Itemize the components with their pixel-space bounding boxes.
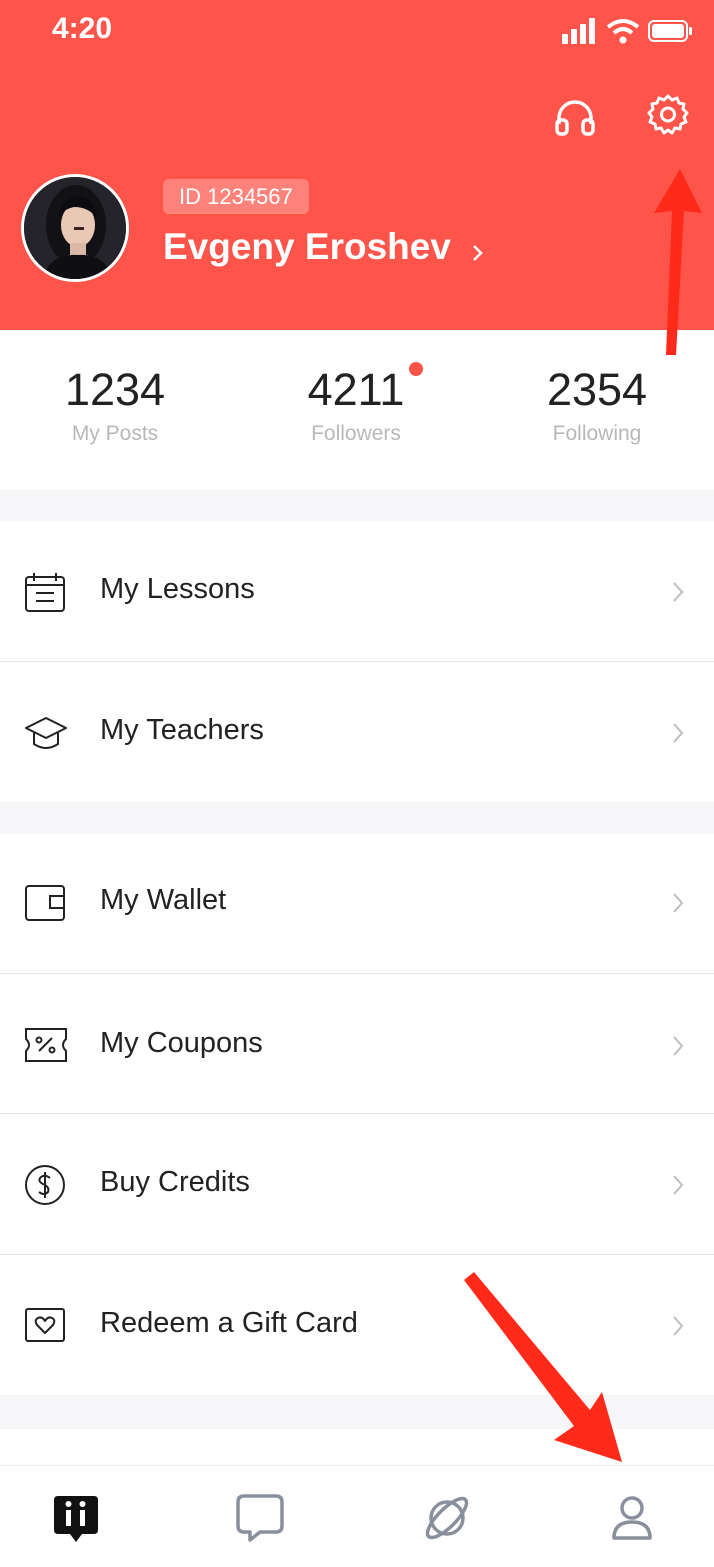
profile-icon[interactable] <box>602 1488 662 1548</box>
headphones-icon[interactable] <box>553 94 597 138</box>
menu-item-teachers[interactable]: My Teachers <box>0 662 714 802</box>
avatar-photo <box>24 177 126 279</box>
stat-label: Followers <box>311 422 401 445</box>
menu-item-wallet[interactable]: My Wallet <box>0 834 714 974</box>
status-bar-icons <box>562 16 692 46</box>
profile-header: 4:20 ID 1234567 Evgeny Eroshev <box>0 0 714 330</box>
chevron-right-icon <box>673 1175 684 1195</box>
section-gap <box>0 802 714 834</box>
stat-label: Following <box>552 422 642 445</box>
chevron-right-icon <box>673 723 684 743</box>
stat-label: My Posts <box>71 422 159 445</box>
gift-card-icon <box>25 1308 65 1342</box>
stat-following[interactable]: 2354 Following <box>477 360 714 446</box>
menu-item-coupons[interactable]: My Coupons <box>0 974 714 1114</box>
signal-icon <box>562 18 595 44</box>
gear-icon[interactable] <box>646 93 690 137</box>
calendar-icon <box>25 573 65 612</box>
tab-bar <box>0 1465 714 1567</box>
avatar[interactable] <box>21 174 129 282</box>
menu-item-lessons[interactable]: My Lessons <box>0 521 714 661</box>
dollar-icon <box>25 1165 65 1205</box>
annotation-arrow-down <box>464 1272 622 1462</box>
menu-item-credits[interactable]: Buy Credits <box>0 1114 714 1254</box>
annotation-arrow-up <box>654 169 702 355</box>
stat-followers[interactable]: 4211 Followers <box>236 360 476 446</box>
menu-label: My Wallet <box>100 884 227 916</box>
menu-label: My Lessons <box>100 573 255 605</box>
wifi-icon <box>606 19 640 44</box>
graduation-cap-icon <box>25 717 67 749</box>
coupon-icon <box>25 1028 67 1062</box>
user-id-badge: ID 1234567 <box>163 179 309 214</box>
stat-posts[interactable]: 1234 My Posts <box>0 360 235 446</box>
battery-icon <box>648 20 692 42</box>
status-time: 4:20 <box>52 12 113 45</box>
chevron-right-icon <box>673 1036 684 1056</box>
wallet-icon <box>25 885 65 921</box>
menu-label: My Coupons <box>100 1027 263 1059</box>
menu-label: Redeem a Gift Card <box>100 1307 358 1339</box>
chevron-right-icon <box>673 1316 684 1336</box>
notification-dot <box>409 362 423 376</box>
chevron-right-icon <box>673 893 684 913</box>
app-logo-icon[interactable] <box>46 1488 106 1548</box>
menu-label: My Teachers <box>100 714 264 746</box>
menu-label: Buy Credits <box>100 1166 250 1198</box>
stat-value: 4211 <box>307 364 405 415</box>
stats-bar: 1234 My Posts 4211 Followers 2354 Follow… <box>0 330 714 490</box>
stat-value: 1234 <box>64 364 166 415</box>
stat-value: 2354 <box>546 364 648 415</box>
profile-name[interactable]: Evgeny Eroshev <box>163 226 451 268</box>
chat-bubble-icon[interactable] <box>230 1488 290 1548</box>
chevron-right-icon[interactable] <box>470 240 486 266</box>
planet-icon[interactable] <box>417 1488 477 1548</box>
chevron-right-icon <box>673 582 684 602</box>
section-gap <box>0 490 714 521</box>
